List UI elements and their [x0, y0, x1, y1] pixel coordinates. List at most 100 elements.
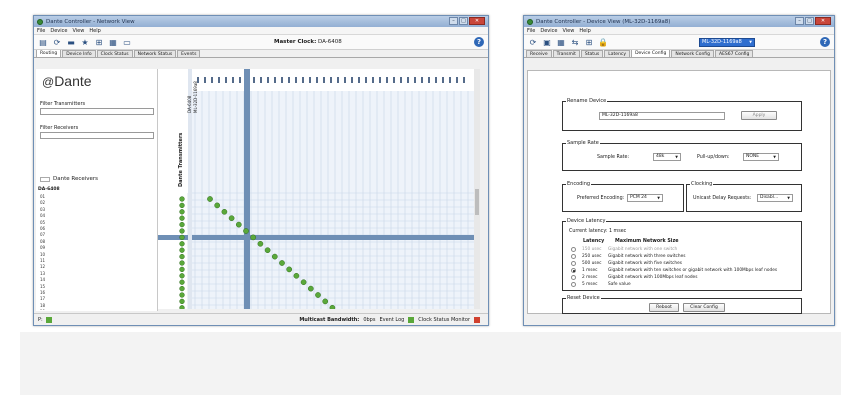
receiver-channel-label[interactable]: 05 [40, 220, 45, 225]
pullup-select[interactable]: NONE [743, 153, 779, 161]
help-icon[interactable]: ? [820, 37, 830, 47]
clock-monitor-icon[interactable] [474, 317, 480, 323]
channel-tick [295, 77, 297, 83]
device-icon[interactable]: ▣ [542, 37, 552, 47]
window-icon[interactable]: ▭ [122, 37, 132, 47]
maximize-button[interactable]: □ [459, 17, 468, 25]
sample-rate-select[interactable]: 48k [653, 153, 681, 161]
filter-transmitters-input[interactable] [40, 108, 154, 115]
network-icon[interactable]: ⊞ [94, 37, 104, 47]
receiver-channel-label[interactable]: 11 [40, 258, 45, 263]
add-icon[interactable]: ⊞ [584, 37, 594, 47]
receiver-channel-label[interactable]: 04 [40, 213, 45, 218]
receiver-channel-label[interactable]: 01 [40, 194, 45, 199]
encoding-select[interactable]: PCM 24 [627, 194, 663, 202]
tab-network-config[interactable]: Network Config [671, 50, 714, 57]
latency-radio[interactable] [571, 268, 576, 273]
event-log-label[interactable]: Event Log [379, 317, 404, 323]
minimize-button[interactable]: – [795, 17, 804, 25]
tab-routing[interactable]: Routing [36, 49, 62, 57]
filter-receivers-label: Filter Receivers [40, 125, 79, 131]
receiver-channel-label[interactable]: 14 [40, 277, 45, 282]
latency-radio[interactable] [571, 247, 576, 252]
receiver-channel-label[interactable]: 19 [40, 309, 45, 310]
menu-help[interactable]: Help [89, 28, 100, 34]
latency-option-row[interactable]: 500 usec Gigabit network with five switch… [571, 261, 682, 266]
receiver-device-label[interactable]: DA-6408 [38, 187, 60, 192]
connect-icon[interactable]: ⇆ [570, 37, 580, 47]
tab-events[interactable]: Events [177, 50, 201, 57]
device-name-input[interactable]: ML-32D-1169a8 [599, 112, 725, 120]
maximize-button[interactable]: □ [805, 17, 814, 25]
routing-matrix[interactable]: Dante TransmittersDA-6408ML-32D-1169a8DA… [158, 69, 480, 309]
device-select[interactable]: ML-32D-1169a8 ▼ [699, 38, 755, 47]
tab-status[interactable]: Status [580, 50, 604, 57]
filter-receivers-input[interactable] [40, 132, 154, 139]
subscription-check-icon [235, 221, 242, 228]
menu-device[interactable]: Device [540, 28, 557, 34]
latency-option-row[interactable]: 5 msec Safe value [571, 282, 631, 287]
unicast-delay-select[interactable]: Disabl... [757, 194, 793, 202]
apply-button[interactable]: Apply [741, 111, 777, 120]
tab-network-status[interactable]: Network Status [133, 50, 177, 57]
highlight-column [244, 69, 250, 309]
latency-radio[interactable] [571, 275, 576, 280]
latency-radio[interactable] [571, 261, 576, 266]
latency-radio[interactable] [571, 254, 576, 259]
device-icon[interactable]: ▬ [66, 37, 76, 47]
title-bar: Dante Controller - Network View – □ ✕ [34, 16, 488, 27]
refresh-icon[interactable]: ⟳ [52, 37, 62, 47]
receiver-channel-label[interactable]: 12 [40, 264, 45, 269]
close-button[interactable]: ✕ [815, 17, 831, 25]
reboot-button[interactable]: Reboot [649, 303, 679, 312]
channel-tick [449, 77, 451, 83]
tab-device-info[interactable]: Device Info [62, 50, 96, 57]
lock-icon[interactable]: 🔒 [598, 37, 608, 47]
menu-device[interactable]: Device [50, 28, 67, 34]
clear-config-button[interactable]: Clear Config [683, 303, 725, 312]
receiver-channel-label[interactable]: 03 [40, 207, 45, 212]
receiver-channel-label[interactable]: 18 [40, 303, 45, 308]
tab-clock-status[interactable]: Clock Status [96, 50, 133, 57]
close-button[interactable]: ✕ [469, 17, 485, 25]
star-icon[interactable]: ★ [80, 37, 90, 47]
subscription-check-icon [214, 202, 221, 209]
help-icon[interactable]: ? [474, 37, 484, 47]
latency-option-row[interactable]: 150 usec Gigabit network with one switch [571, 247, 677, 252]
channel-tick [456, 77, 458, 83]
menu-help[interactable]: Help [579, 28, 590, 34]
receiver-channel-label[interactable]: 17 [40, 296, 45, 301]
receiver-channel-label[interactable]: 02 [40, 200, 45, 205]
latency-radio[interactable] [571, 282, 576, 287]
latency-option-row[interactable]: 2 msec Gigabit network with 100Mbps leaf … [571, 275, 697, 280]
latency-option-row[interactable]: 1 msec Gigabit network with ten switches … [571, 268, 777, 273]
tab-aes67-config[interactable]: AES67 Config [715, 50, 754, 57]
menu-file[interactable]: File [527, 28, 535, 34]
tab-device-config[interactable]: Device Config [631, 49, 671, 57]
panel-icon[interactable]: ▤ [38, 37, 48, 47]
menu-view[interactable]: View [562, 28, 574, 34]
routing-grid[interactable]: Dante TransmittersDA-6408ML-32D-1169a8DA… [158, 69, 480, 309]
tab-transmit[interactable]: Transmit [552, 50, 580, 57]
event-log-icon[interactable] [408, 317, 415, 323]
receiver-channel-label[interactable]: 16 [40, 290, 45, 295]
expand-receivers-toggle[interactable] [40, 176, 50, 182]
receiver-channel-label[interactable]: 10 [40, 252, 45, 257]
menu-file[interactable]: File [37, 28, 45, 34]
tab-latency[interactable]: Latency [604, 50, 631, 57]
menu-view[interactable]: View [72, 28, 84, 34]
receiver-channel-label[interactable]: 13 [40, 271, 45, 276]
latency-option-row[interactable]: 250 usec Gigabit network with three switc… [571, 254, 686, 259]
rename-device-group: Rename Device ML-32D-1169a8 Apply [562, 98, 802, 131]
refresh-icon[interactable]: ⟳ [528, 37, 538, 47]
receiver-channel-label[interactable]: 08 [40, 239, 45, 244]
channel-icon[interactable]: ▦ [556, 37, 566, 47]
receiver-channel-label[interactable]: 06 [40, 226, 45, 231]
tab-receive[interactable]: Receive [526, 50, 552, 57]
receiver-channel-label[interactable]: 07 [40, 232, 45, 237]
receiver-channel-label[interactable]: 09 [40, 245, 45, 250]
receiver-channel-label[interactable]: 15 [40, 284, 45, 289]
clock-status-monitor-label[interactable]: Clock Status Monitor [418, 317, 470, 323]
minimize-button[interactable]: – [449, 17, 458, 25]
grid-icon[interactable]: ▦ [108, 37, 118, 47]
